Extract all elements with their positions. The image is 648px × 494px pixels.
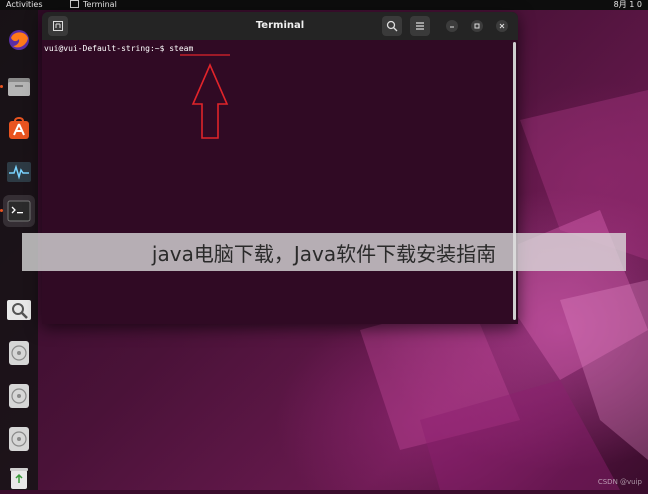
dock-item-trash[interactable]	[3, 462, 35, 494]
search-button[interactable]	[382, 16, 402, 36]
dock-item-software[interactable]	[3, 112, 35, 144]
watermark: CSDN @vuip	[597, 478, 642, 486]
dock-item-disc-1[interactable]	[3, 337, 35, 369]
terminal-app-icon	[70, 0, 79, 8]
minimize-icon	[450, 26, 454, 28]
terminal-window[interactable]: Terminal vui@vui-Default-string:~$ steam	[42, 12, 518, 324]
terminal-icon	[7, 200, 31, 222]
files-icon	[8, 78, 30, 96]
firefox-icon	[9, 30, 29, 50]
terminal-titlebar[interactable]: Terminal	[42, 12, 518, 40]
terminal-scrollbar[interactable]	[513, 42, 516, 320]
close-icon	[499, 23, 505, 29]
trash-icon	[10, 468, 28, 489]
dock-item-files[interactable]	[3, 70, 35, 102]
search-icon	[386, 20, 398, 32]
activities-button[interactable]: Activities	[6, 0, 43, 10]
terminal-output[interactable]: vui@vui-Default-string:~$ steam	[42, 40, 518, 324]
disc-icon	[9, 427, 29, 451]
app-menu-label: Terminal	[83, 0, 117, 9]
dock-item-terminal[interactable]	[3, 195, 35, 227]
dock-item-image-viewer[interactable]	[3, 294, 35, 326]
annotation-overlay	[180, 54, 230, 139]
image-viewer-icon	[7, 300, 31, 320]
hamburger-menu-icon	[416, 22, 424, 30]
dock-item-system-monitor[interactable]	[3, 156, 35, 188]
disc-icon	[9, 341, 29, 365]
dock-item-firefox[interactable]	[3, 24, 35, 56]
dock-running-indicator	[0, 85, 3, 88]
system-monitor-icon	[7, 162, 31, 182]
menu-button[interactable]	[410, 16, 430, 36]
app-menu[interactable]: Terminal	[70, 0, 117, 10]
minimize-button[interactable]	[446, 20, 458, 32]
clock[interactable]: 8月 1 0	[614, 0, 642, 10]
close-button[interactable]	[496, 20, 508, 32]
maximize-button[interactable]	[471, 20, 483, 32]
maximize-icon	[474, 23, 480, 29]
red-arrow-up-icon	[191, 62, 229, 139]
title-banner: java电脑下载，Java软件下载安装指南	[22, 233, 626, 271]
top-bar: Activities Terminal 8月 1 0	[0, 0, 648, 10]
dock-running-indicator	[0, 209, 3, 212]
dock-item-disc-2[interactable]	[3, 380, 35, 412]
dock-item-disc-3[interactable]	[3, 423, 35, 455]
banner-text: java电脑下载，Java软件下载安装指南	[151, 241, 497, 266]
disc-icon	[9, 384, 29, 408]
software-store-icon	[9, 117, 29, 139]
